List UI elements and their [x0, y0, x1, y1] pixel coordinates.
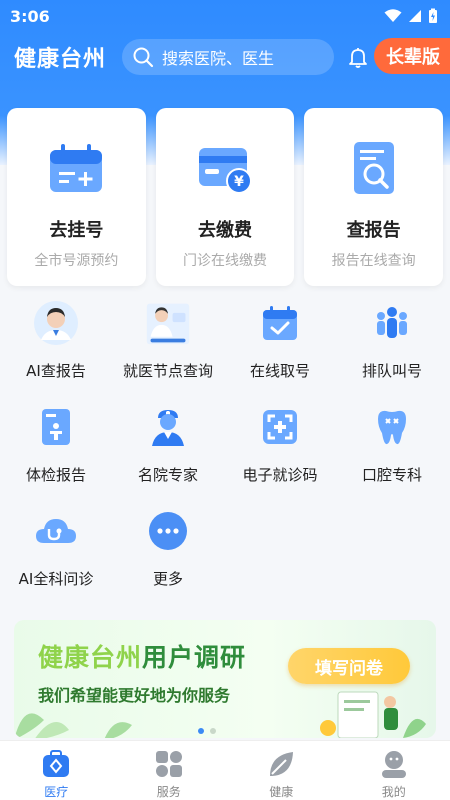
card-title: 查报告 [346, 220, 401, 241]
service-label: 在线取号 [249, 362, 310, 380]
tab-label: 健康 [269, 785, 294, 799]
service-label: AI查报告 [26, 362, 86, 380]
banner-title-part1: 健康台州 [38, 643, 143, 672]
service-queue[interactable]: 排队叫号 [336, 300, 448, 396]
yuan-card-icon: ¥ [199, 148, 252, 194]
app-title: 健康台州 [14, 46, 107, 72]
fill-survey-button[interactable]: 填写问卷 [288, 648, 410, 684]
banner-title: 健康台州用户调研 [38, 638, 246, 674]
wifi-icon [384, 9, 402, 22]
pagination-dot [210, 728, 216, 734]
leaf-icon [270, 752, 294, 776]
service-label: 电子就诊码 [242, 466, 318, 484]
card-title: 去挂号 [49, 220, 104, 241]
search-icon [133, 47, 154, 68]
more-dots-icon [145, 508, 191, 554]
card-subtitle: 门诊在线缴费 [183, 253, 267, 269]
status-icons [384, 8, 438, 24]
signal-icon [409, 10, 421, 22]
card-subtitle: 报告在线查询 [331, 253, 416, 269]
doctor-expert-icon [145, 404, 191, 450]
tab-label: 我的 [381, 785, 406, 799]
user-face-icon [381, 751, 406, 778]
cloud-stethoscope-icon [33, 508, 79, 554]
banner-pagination [198, 728, 216, 734]
medical-kit-icon [43, 750, 70, 777]
tooth-icon [369, 404, 415, 450]
survey-banner[interactable]: 健康台州用户调研 我们希望能更好地为你服务 填写问卷 [14, 620, 436, 738]
card-register[interactable]: 去挂号 全市号源预约 [7, 108, 146, 286]
calendar-check-icon [257, 300, 303, 346]
elder-mode-button[interactable]: 长辈版 [374, 38, 450, 74]
card-payment[interactable]: ¥ 去缴费 门诊在线缴费 [155, 108, 295, 286]
bell-icon[interactable] [346, 45, 370, 69]
search-bar[interactable]: 搜索医院、医生 [122, 39, 334, 75]
card-report[interactable]: 查报告 报告在线查询 [304, 108, 444, 286]
main-cards: 去挂号 全市号源预约 ¥ 去缴费 门诊在线缴费 查报告 报告在线查询 [7, 108, 444, 286]
service-label: AI全科问诊 [18, 570, 94, 588]
service-label: 名院专家 [137, 466, 198, 484]
service-label: 就医节点查询 [122, 362, 213, 380]
status-bar: 3:06 [0, 0, 450, 32]
tab-label: 服务 [156, 785, 181, 799]
service-label: 排队叫号 [361, 362, 422, 380]
status-time: 3:06 [10, 6, 50, 26]
tab-mine[interactable]: 我的 [338, 741, 450, 800]
service-dental[interactable]: 口腔专科 [336, 404, 448, 500]
tab-services[interactable]: 服务 [113, 741, 226, 800]
service-expert[interactable]: 名院专家 [112, 404, 224, 500]
top-bar: 健康台州 搜索医院、医生 长辈版 [0, 38, 450, 76]
doctor-poster-icon [145, 300, 191, 346]
card-title: 去缴费 [198, 220, 252, 241]
banner-subtitle: 我们希望能更好地为你服务 [38, 686, 231, 705]
bottom-tab-bar: 医疗 服务 健康 我的 [0, 740, 450, 800]
tab-medical[interactable]: 医疗 [0, 741, 113, 800]
service-ai-report[interactable]: AI查报告 [0, 300, 112, 396]
queue-people-icon [369, 300, 415, 346]
search-placeholder: 搜索医院、医生 [162, 49, 275, 68]
service-ai-consult[interactable]: AI全科问诊 [0, 508, 112, 604]
service-label: 口腔专科 [361, 466, 422, 484]
service-checkup-report[interactable]: 体检报告 [0, 404, 112, 500]
service-label: 体检报告 [25, 466, 86, 484]
ai-doctor-avatar-icon [33, 300, 79, 346]
service-e-code[interactable]: 电子就诊码 [224, 404, 336, 500]
pagination-dot-active [198, 728, 204, 734]
scan-code-icon [257, 404, 303, 450]
report-search-icon [353, 142, 394, 194]
banner-title-part2: 用户调研 [142, 643, 247, 672]
calendar-plus-icon [50, 144, 103, 192]
survey-illustration-icon [320, 691, 426, 738]
battery-icon [429, 8, 437, 23]
checkup-report-icon [33, 404, 79, 450]
grid-apps-icon [155, 751, 182, 777]
tab-label: 医疗 [44, 785, 69, 799]
service-label: 更多 [152, 570, 183, 588]
service-online-number[interactable]: 在线取号 [224, 300, 336, 396]
service-more[interactable]: 更多 [112, 508, 224, 604]
service-medical-node[interactable]: 就医节点查询 [112, 300, 224, 396]
tab-health[interactable]: 健康 [225, 741, 338, 800]
svg-text:¥: ¥ [234, 174, 244, 190]
card-subtitle: 全市号源预约 [34, 253, 119, 269]
